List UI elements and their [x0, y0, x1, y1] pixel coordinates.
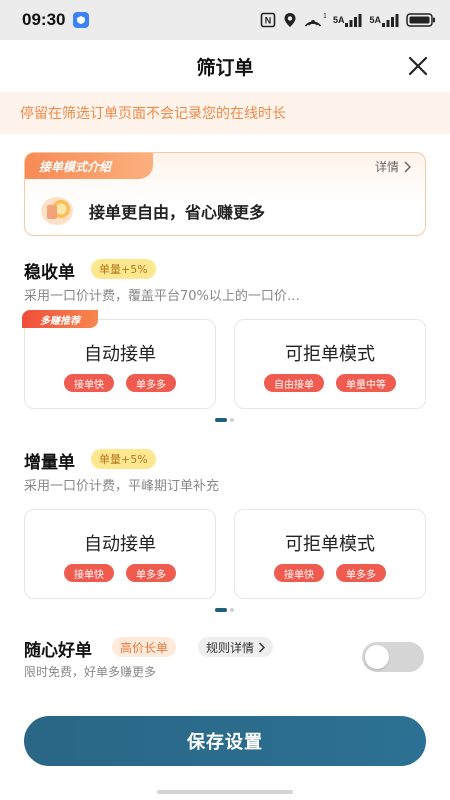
mode-intro-card: 接单模式介绍 详情 接单更自由，省心赚更多	[24, 152, 426, 236]
mode-tag: 接单快	[274, 564, 324, 582]
svg-text:1: 1	[323, 13, 326, 20]
nfc-icon: N	[260, 12, 276, 28]
rules-detail-button[interactable]: 规则详情	[198, 637, 274, 657]
gift-coin-icon	[39, 193, 77, 227]
svg-text:N: N	[265, 16, 272, 26]
section-title-stable: 稳收单	[24, 263, 75, 283]
suixin-toggle[interactable]	[362, 642, 424, 672]
section-desc-increment: 采用一口价计费，平峰期订单补充	[24, 479, 220, 494]
battery-icon	[406, 13, 436, 27]
mode-card-tags: 接单快 单多多	[235, 564, 425, 582]
mode-card-tags: 自由接单 单量中等	[235, 374, 425, 392]
mode-tag: 接单快	[64, 374, 114, 392]
rules-detail-label: 规则详情	[206, 640, 255, 655]
save-button[interactable]: 保存设置	[24, 716, 426, 766]
intro-detail-link[interactable]: 详情	[375, 158, 411, 175]
carousel-dot	[230, 608, 234, 612]
mode-card-auto-accept[interactable]: 自动接单 接单快 单多多	[24, 319, 216, 409]
section-title-suixin: 随心好单	[24, 641, 92, 661]
mode-card-title: 自动接单	[84, 344, 156, 365]
hotspot-icon: 1	[304, 12, 326, 28]
intro-detail-label: 详情	[374, 160, 399, 174]
section-title-increment: 增量单	[24, 453, 75, 473]
signal-icon: 5A	[333, 13, 363, 27]
mode-card-reject-mode[interactable]: 可拒单模式 自由接单 单量中等	[234, 319, 426, 409]
status-bar: 09:30 N 1 5A 5A	[0, 0, 450, 40]
chevron-right-icon	[404, 160, 411, 173]
mode-tag: 单多多	[126, 564, 176, 582]
mode-tag: 单多多	[126, 374, 176, 392]
notice-text: 停留在筛选订单页面不会记录您的在线时长	[20, 106, 286, 122]
carousel-dot-active	[215, 418, 227, 422]
carousel-dot	[230, 418, 234, 422]
section-badge-stable: 单量+5%	[91, 259, 156, 279]
chevron-right-icon	[258, 641, 266, 653]
toggle-knob	[365, 645, 389, 669]
intro-ribbon: 接单模式介绍	[25, 153, 153, 179]
page-title: 筛订单	[196, 56, 254, 79]
recommend-ribbon: 多赚推荐	[22, 310, 98, 328]
signal-icon-2: 5A	[369, 13, 399, 27]
mode-card-reject-mode-2[interactable]: 可拒单模式 接单快 单多多	[234, 509, 426, 599]
status-time: 09:30	[22, 10, 66, 29]
mode-card-title: 可拒单模式	[285, 344, 375, 365]
status-icons: N 1 5A 5A	[260, 12, 436, 28]
mode-tag: 自由接单	[264, 374, 324, 392]
mode-card-tags: 接单快 单多多	[25, 564, 215, 582]
network-label-2: 5A	[369, 15, 381, 25]
mode-card-title: 可拒单模式	[285, 534, 375, 555]
home-indicator[interactable]	[157, 790, 293, 794]
mode-tag: 单多多	[336, 564, 386, 582]
mode-card-tags: 接单快 单多多	[25, 374, 215, 392]
notice-banner: 停留在筛选订单页面不会记录您的在线时长	[0, 92, 450, 134]
intro-slogan: 接单更自由，省心赚更多	[89, 203, 266, 222]
page-header: 筛订单	[0, 40, 450, 92]
mode-tag: 单量中等	[336, 374, 396, 392]
carousel-dot-active	[215, 608, 227, 612]
close-icon[interactable]	[406, 54, 430, 78]
suixin-badge: 高价长单	[112, 637, 177, 657]
section-desc-stable: 采用一口价计费，覆盖平台70%以上的一口价…	[24, 289, 300, 304]
mode-card-title: 自动接单	[84, 534, 156, 555]
section-badge-increment: 单量+5%	[91, 449, 156, 469]
carousel-dots-2	[215, 608, 234, 612]
network-label: 5A	[332, 15, 345, 25]
location-icon	[283, 12, 297, 28]
shield-icon	[73, 12, 90, 28]
mode-card-auto-accept-2[interactable]: 自动接单 接单快 单多多	[24, 509, 216, 599]
carousel-dots	[215, 418, 234, 422]
mode-tag: 接单快	[64, 564, 114, 582]
